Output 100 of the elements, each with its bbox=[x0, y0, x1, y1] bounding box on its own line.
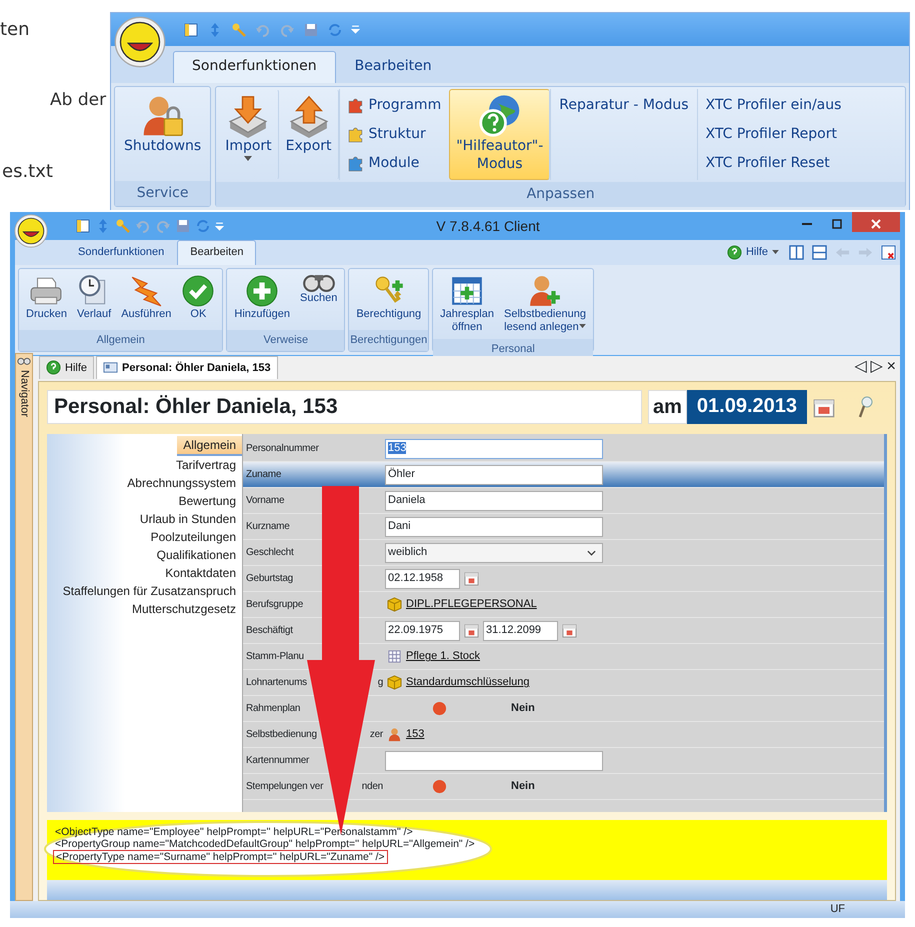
key-icon bbox=[231, 22, 247, 38]
ribbon-button[interactable]: Module bbox=[346, 151, 444, 176]
layout-icon bbox=[75, 218, 91, 234]
ribbon-button[interactable]: OK bbox=[176, 270, 220, 328]
caret-icon bbox=[578, 324, 586, 330]
input-field[interactable]: Dani bbox=[385, 516, 603, 536]
calendar-icon bbox=[464, 623, 479, 638]
text-fragment: ten bbox=[0, 18, 31, 42]
calendar-icon bbox=[562, 623, 577, 638]
split-horizontal-button[interactable] bbox=[812, 244, 827, 260]
dropdown-icon bbox=[215, 222, 224, 230]
split-horizontal-icon bbox=[812, 244, 827, 260]
ribbon-button[interactable]: Jahresplan öffnen bbox=[435, 270, 499, 337]
navigator-label: Navigator bbox=[17, 370, 32, 418]
section-link[interactable]: Tarifvertrag bbox=[170, 456, 242, 474]
close-button[interactable] bbox=[852, 212, 900, 232]
redo-icon bbox=[155, 218, 171, 234]
ribbon-button[interactable]: Programm bbox=[346, 93, 444, 118]
maximize-icon bbox=[832, 218, 842, 229]
globe-help-icon bbox=[478, 94, 522, 138]
ribbon-button[interactable]: Struktur bbox=[346, 122, 444, 147]
ribbon-tab[interactable]: Sonderfunktionen bbox=[173, 51, 336, 83]
input-field[interactable]: Öhler bbox=[385, 464, 603, 484]
minimize-icon bbox=[802, 222, 812, 225]
field-label: Berufsgruppe bbox=[246, 598, 304, 612]
help-icon bbox=[46, 360, 61, 376]
input-field[interactable]: 02.12.1958 bbox=[385, 568, 460, 588]
section-link[interactable]: Bewertung bbox=[172, 492, 242, 510]
field-label: Personalnummer bbox=[246, 442, 319, 456]
ribbon-tab[interactable]: Bearbeiten bbox=[177, 240, 256, 264]
document-tab[interactable]: Hilfe bbox=[39, 356, 94, 379]
tab-scroll-button[interactable]: ◁ bbox=[854, 359, 867, 376]
group-label: Berechtigungen bbox=[349, 330, 428, 350]
field-label: zer bbox=[370, 728, 383, 742]
ribbon-button[interactable]: Reparatur - Modus bbox=[557, 93, 691, 118]
ribbon-button[interactable]: Ausführen bbox=[116, 270, 176, 328]
add-icon bbox=[245, 274, 280, 308]
record-link[interactable]: 153 bbox=[406, 726, 424, 743]
ribbon-tab[interactable]: Sonderfunktionen bbox=[65, 240, 178, 264]
section-link[interactable]: Allgemein bbox=[177, 436, 242, 456]
split-vertical-button[interactable] bbox=[789, 244, 804, 260]
text-fragment: es.txt bbox=[2, 160, 54, 184]
navigator-panel[interactable]: Navigator bbox=[15, 353, 33, 901]
record-link[interactable]: Pflege 1. Stock bbox=[406, 648, 480, 665]
ribbon-button[interactable]: XTC Profiler Reset bbox=[704, 151, 844, 176]
record-link[interactable]: Standardumschlüsselung bbox=[406, 674, 530, 691]
ribbon-button[interactable]: XTC Profiler ein/aus bbox=[704, 93, 844, 118]
group-label: Anpassen bbox=[216, 182, 905, 207]
field-label: Geschlecht bbox=[246, 546, 294, 560]
section-link[interactable]: Urlaub in Stunden bbox=[134, 510, 242, 528]
tab-scroll-button[interactable]: ▷ bbox=[870, 359, 883, 376]
puzzle-icon bbox=[348, 97, 364, 114]
ribbon-button[interactable]: Hinzufügen bbox=[229, 270, 296, 328]
save-icon bbox=[303, 22, 319, 38]
input-field[interactable]: Daniela bbox=[385, 490, 603, 510]
grid-icon bbox=[387, 649, 402, 664]
section-link[interactable]: Kontaktdaten bbox=[159, 564, 242, 582]
ribbon-button[interactable]: Selbstbedienung lesend anlegen bbox=[499, 270, 591, 337]
close-window-icon bbox=[881, 244, 896, 260]
ribbon-button[interactable]: Shutdowns bbox=[117, 89, 208, 179]
check-icon bbox=[181, 274, 216, 308]
field-label: Selbstbedienung bbox=[246, 728, 317, 742]
ribbon-button[interactable]: Berechtigung bbox=[351, 270, 426, 328]
form-row[interactable]: Zuname Öhler bbox=[243, 462, 884, 488]
date-field[interactable]: 01.09.2013 bbox=[686, 390, 808, 424]
section-link[interactable]: Mutterschutzgesetz bbox=[126, 600, 242, 618]
input-field[interactable]: 31.12.2099 bbox=[483, 620, 558, 640]
field-label: g bbox=[378, 676, 383, 690]
field-label: Kurzname bbox=[246, 520, 290, 534]
input-field[interactable]: 153 bbox=[385, 438, 603, 458]
ribbon-tab[interactable]: Bearbeiten bbox=[336, 51, 451, 83]
section-link[interactable]: Qualifikationen bbox=[150, 546, 242, 564]
ribbon-button[interactable]: Import bbox=[218, 89, 279, 180]
dropdown-field[interactable]: weiblich bbox=[385, 542, 603, 562]
record-link[interactable]: DIPL.PFLEGEPERSONAL bbox=[406, 596, 537, 613]
ribbon-button[interactable]: Verlauf bbox=[72, 270, 116, 328]
close-icon bbox=[871, 218, 881, 229]
help-menu[interactable]: Hilfe bbox=[724, 242, 781, 262]
person-lock-icon bbox=[140, 94, 185, 138]
document-tab[interactable]: Personal: Öhler Daniela, 153 bbox=[96, 356, 278, 379]
flag-value: Nein bbox=[511, 701, 535, 716]
xml-line: <ObjectType name="Employee" helpPrompt='' helpURL="Personalstamm" /> bbox=[54, 826, 414, 838]
ribbon-button[interactable]: Drucken bbox=[21, 270, 72, 328]
group-label: Allgemein bbox=[19, 330, 222, 350]
save-icon bbox=[175, 218, 191, 234]
close-window-button[interactable] bbox=[881, 244, 896, 260]
field-label: Vorname bbox=[246, 494, 284, 508]
ribbon-button[interactable]: XTC Profiler Report bbox=[704, 122, 844, 147]
input-field[interactable] bbox=[385, 750, 603, 770]
section-link[interactable]: Abrechnungssystem bbox=[121, 474, 242, 492]
caret-icon bbox=[244, 156, 252, 162]
ribbon-button[interactable]: Export bbox=[278, 89, 338, 180]
field-label: Lohnartenums bbox=[246, 676, 307, 690]
ribbon-button[interactable]: "Hilfeautor"- Modus bbox=[449, 89, 550, 180]
status-text: UF bbox=[830, 902, 845, 917]
section-link[interactable]: Poolzuteilungen bbox=[144, 528, 242, 546]
input-field[interactable]: 22.09.1975 bbox=[385, 620, 460, 640]
section-link[interactable]: Staffelungen für Zusatzanspruch bbox=[56, 582, 242, 600]
ribbon-button[interactable]: Suchen bbox=[295, 270, 342, 328]
tab-scroll-button[interactable]: × bbox=[886, 359, 896, 376]
